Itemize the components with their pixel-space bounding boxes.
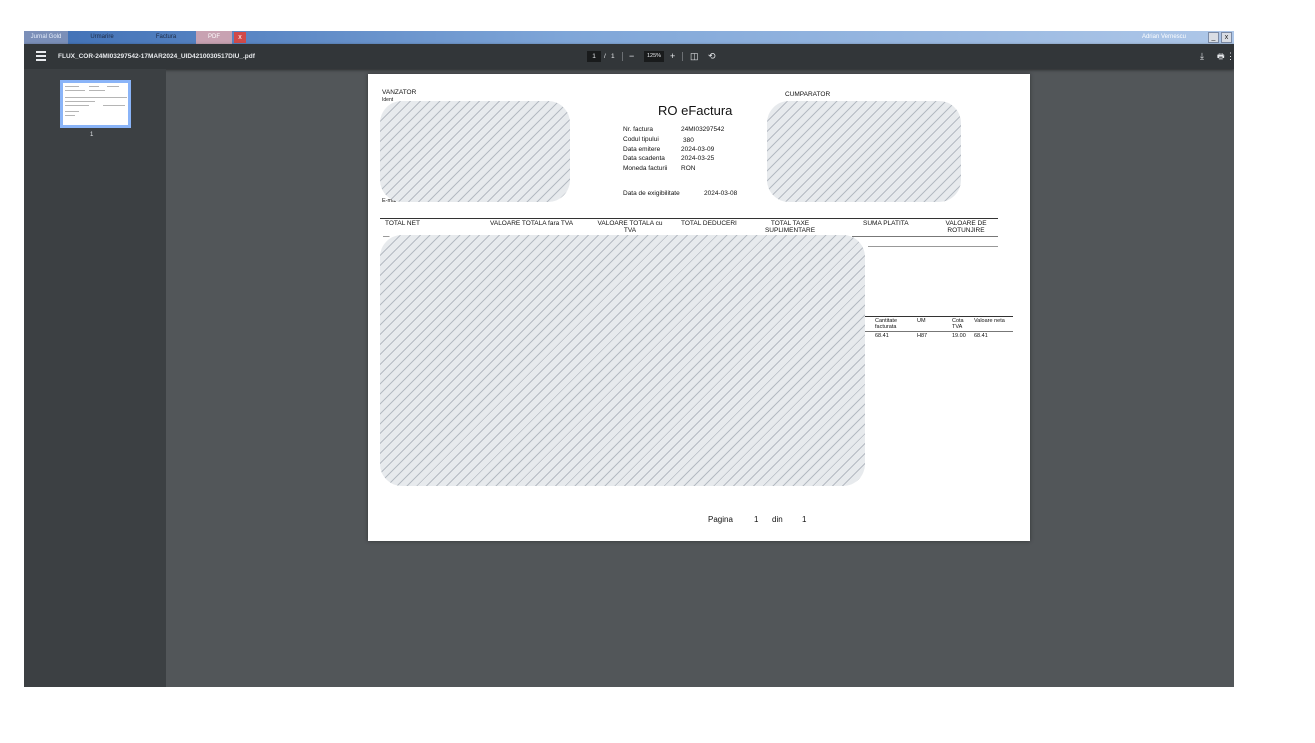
footer-page-label: Pagina <box>708 515 733 524</box>
pdf-toolbar: FLUX_COR-24MI03297542-17MAR2024_UID42100… <box>24 44 1234 69</box>
totals-row-rule <box>852 236 998 237</box>
pdf-page: VANZATOR Ident E-mai CUMPARATOR RO eFact… <box>368 74 1030 541</box>
field-label: Nr. factura <box>623 126 653 133</box>
app-tab-bar: Jurnal Gold Urmarire Factura PDF x Adria… <box>24 31 1234 44</box>
footer-page-total: 1 <box>802 515 807 524</box>
file-name: FLUX_COR-24MI03297542-17MAR2024_UID42100… <box>58 53 255 60</box>
zoom-out-icon[interactable]: − <box>629 44 634 69</box>
field-value: 2024-03-25 <box>681 155 715 162</box>
redacted-items-block <box>380 235 865 486</box>
line-header: Cota TVA <box>952 318 964 330</box>
pdf-viewer-window: Jurnal Gold Urmarire Factura PDF x Adria… <box>24 31 1234 687</box>
document-title: RO eFactura <box>658 103 733 118</box>
page-separator: / <box>604 53 606 60</box>
more-options-icon[interactable]: ⋮ <box>1226 44 1234 69</box>
field-label: Data emitere <box>623 146 661 153</box>
totals-top-rule <box>380 218 998 219</box>
tab-factura[interactable]: Factura <box>152 31 180 44</box>
totals-header: VALOARE DE ROTUNJIRE <box>945 220 987 234</box>
field-value: 2024-03-09 <box>681 146 715 153</box>
print-icon[interactable]: 🖶 <box>1217 44 1225 69</box>
line-header: Valoare neta <box>974 318 1005 324</box>
line-header: Cantitate facturata <box>875 318 898 330</box>
field-label: Data scadenta <box>623 155 665 162</box>
field-value: 380 <box>683 137 694 144</box>
rotate-icon[interactable]: ⟲ <box>708 44 716 69</box>
close-window-button[interactable]: x <box>1221 32 1232 43</box>
totals-header: TOTAL NET <box>385 220 420 227</box>
field-label: Moneda facturii <box>623 165 668 172</box>
totals-header: VALOARE TOTALA fara TVA <box>490 220 574 227</box>
totals-header: SUMA PLATITA <box>863 220 909 227</box>
user-name: Adrian Vernescu <box>1141 34 1186 40</box>
footer-page-number: 1 <box>754 515 759 524</box>
footer-of-label: din <box>772 515 783 524</box>
page-thumbnail[interactable] <box>60 80 131 128</box>
redacted-seller-block <box>380 101 570 202</box>
zoom-level-input[interactable]: 125% <box>644 51 664 62</box>
totals-header: VALOARE TOTALA cu TVA <box>597 220 663 234</box>
line-items-rule <box>865 316 1013 317</box>
totals-header: TOTAL DEDUCERI <box>681 220 737 227</box>
field-value: 24MI03297542 <box>681 126 725 133</box>
menu-icon[interactable] <box>36 51 46 61</box>
close-tab-button[interactable]: x <box>234 32 246 43</box>
tab-pdf[interactable]: PDF <box>196 31 232 44</box>
thumbnail-sidebar: 1 <box>24 69 166 687</box>
current-page-input[interactable]: 1 <box>587 51 601 62</box>
exigibility-value: 2024-03-08 <box>704 190 738 197</box>
line-cell: 68.41 <box>974 333 988 339</box>
field-label: Codul tipului <box>623 136 659 143</box>
buyer-label: CUMPARATOR <box>785 91 831 98</box>
fit-page-icon[interactable]: ◫ <box>690 44 699 69</box>
thumbnail-page-number: 1 <box>90 132 94 138</box>
line-cell: 68.41 <box>875 333 889 339</box>
minimize-window-button[interactable]: _ <box>1208 32 1219 43</box>
zoom-in-icon[interactable]: + <box>670 44 675 69</box>
line-header: UM <box>917 318 926 324</box>
line-cell: H87 <box>917 333 928 339</box>
tab-jurnal-gold[interactable]: Jurnal Gold <box>24 31 68 44</box>
totals-header: TOTAL TAXE SUPLIMENTARE <box>764 220 816 234</box>
line-items-rule <box>865 331 1013 332</box>
field-value: RON <box>681 165 696 172</box>
tab-urmarire[interactable]: Urmarire <box>84 31 120 44</box>
line-cell: 19.00 <box>952 333 966 339</box>
seller-label: VANZATOR <box>382 89 417 96</box>
exigibility-label: Data de exigibilitate <box>623 190 680 197</box>
total-pages: 1 <box>611 53 615 60</box>
download-icon[interactable]: ⤓ <box>1200 44 1204 69</box>
redacted-buyer-block <box>767 101 961 202</box>
totals-row-rule <box>868 246 998 247</box>
